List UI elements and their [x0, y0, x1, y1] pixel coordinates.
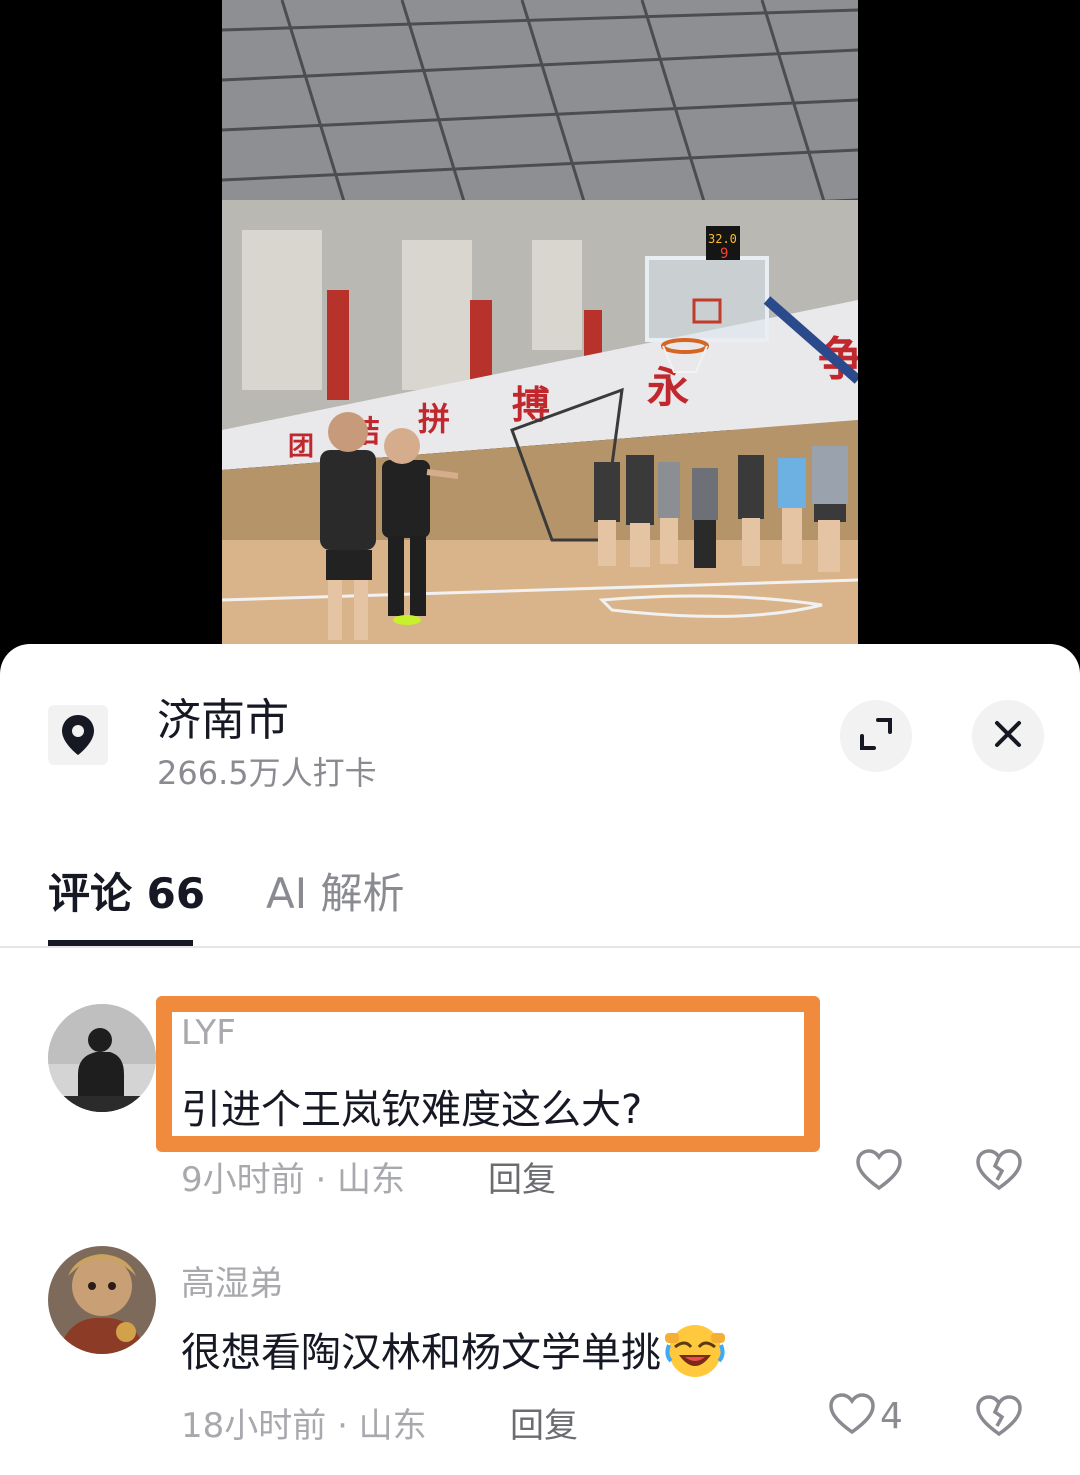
banner-char: 搏 — [512, 383, 550, 427]
broken-heart-icon — [975, 1148, 1023, 1196]
reply-button[interactable]: 回复 — [510, 1398, 578, 1447]
like-button[interactable] — [855, 1148, 907, 1196]
location-pin-icon — [48, 705, 108, 765]
banner-char: 团 — [288, 432, 314, 462]
avatar[interactable] — [48, 1004, 156, 1112]
highlight-box — [156, 996, 820, 1152]
tab-divider — [0, 946, 1080, 948]
dislike-button[interactable] — [975, 1148, 1023, 1196]
banner-char: 永 — [647, 363, 689, 412]
expand-button[interactable] — [840, 700, 912, 772]
shot-clock: 32.0 — [708, 232, 737, 246]
close-button[interactable] — [972, 700, 1044, 772]
comment-sheet: 济南市 266.5万人打卡 评论 66 AI 解析 LYF 引进个王岚钦难度这么 — [0, 644, 1080, 1475]
heart-icon — [828, 1392, 876, 1440]
close-icon — [992, 718, 1024, 754]
location-checkins: 266.5万人打卡 — [157, 754, 377, 792]
comment-username[interactable]: 高湿弟 — [181, 1256, 283, 1305]
banner-char: 拼 — [418, 400, 450, 438]
comment-time-location: 9小时前 · 山东 — [181, 1160, 406, 1200]
broken-heart-icon — [975, 1394, 1023, 1442]
laughing-emoji-icon — [663, 1321, 727, 1389]
comment-text-row: 很想看陶汉林和杨文学单挑 — [181, 1320, 727, 1389]
heart-icon — [855, 1148, 903, 1196]
comment-time-location: 18小时前 · 山东 — [181, 1406, 427, 1446]
like-button[interactable]: 4 — [828, 1392, 903, 1440]
location-name[interactable]: 济南市 — [157, 684, 289, 748]
video-frame[interactable]: 团 结 拼 搏 永 争 32.0 9 — [222, 0, 858, 660]
tab-ai-analysis[interactable]: AI 解析 — [266, 860, 404, 921]
dislike-button[interactable] — [975, 1394, 1023, 1442]
tab-comments[interactable]: 评论 66 — [48, 860, 205, 921]
comment-text: 很想看陶汉林和杨文学单挑 — [181, 1330, 661, 1376]
score: 9 — [720, 246, 728, 262]
like-count: 4 — [880, 1395, 903, 1437]
reply-button[interactable]: 回复 — [488, 1152, 556, 1201]
avatar[interactable] — [48, 1246, 156, 1354]
expand-icon — [858, 716, 894, 756]
